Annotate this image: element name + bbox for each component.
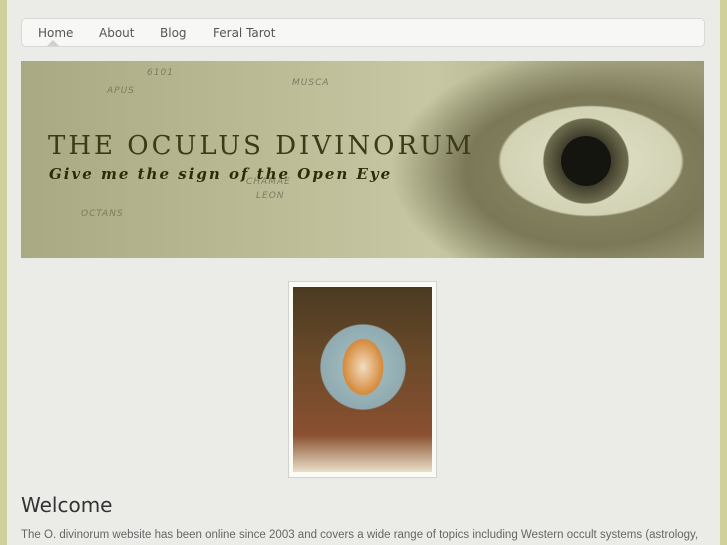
star-label: LEON	[256, 191, 285, 201]
eye-icon	[561, 136, 611, 186]
nav-blog[interactable]: Blog	[160, 26, 187, 40]
star-label: MUSCA	[292, 78, 330, 88]
nav-feral-tarot[interactable]: Feral Tarot	[213, 26, 275, 40]
nav-about[interactable]: About	[99, 26, 134, 40]
active-caret-icon	[47, 40, 59, 46]
header-banner[interactable]: APUS MUSCA CHAMAE LEON OCTANS 6101 THE O…	[21, 61, 704, 258]
star-label: APUS	[107, 86, 135, 96]
star-label: OCTANS	[81, 209, 124, 219]
site-tagline: Give me the sign of the Open Eye	[49, 165, 393, 183]
main-nav: Home About Blog Feral Tarot	[21, 18, 705, 47]
poster-artwork	[293, 287, 432, 472]
nav-home[interactable]: Home	[38, 26, 73, 40]
welcome-heading: Welcome	[21, 493, 113, 517]
zodiac-poster-image[interactable]	[288, 281, 437, 478]
star-label: 6101	[147, 68, 174, 78]
page: Home About Blog Feral Tarot APUS MUSCA C…	[7, 0, 720, 545]
intro-paragraph: The O. divinorum website has been online…	[21, 529, 699, 541]
site-title: THE OCULUS DIVINORUM	[48, 131, 475, 161]
